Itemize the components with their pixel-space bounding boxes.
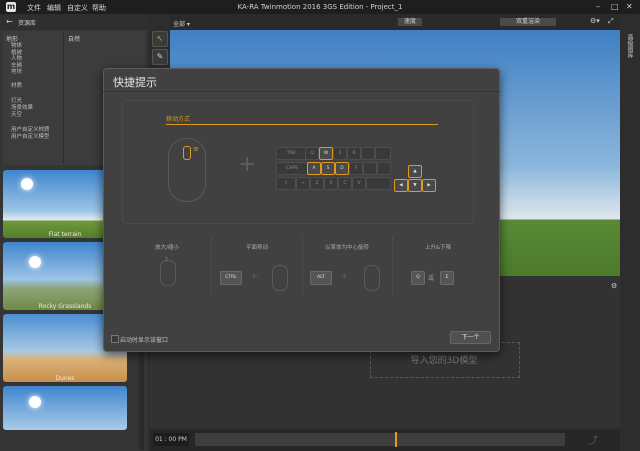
view-dropdown[interactable]: 全部 ▾ — [173, 19, 190, 28]
category-item[interactable]: 材质 — [11, 81, 22, 89]
key-q: Q — [305, 147, 319, 160]
mouse-icon: ≡ — [168, 138, 206, 202]
close-icon[interactable]: ✕ — [626, 2, 633, 11]
dialog-title: 快捷提示 — [113, 76, 157, 89]
mouse-icon — [272, 265, 288, 291]
key-blank — [377, 162, 391, 175]
key-f: F — [349, 162, 363, 175]
category-item[interactable]: 地块 — [11, 67, 22, 75]
right-strip — [620, 14, 640, 451]
next-button[interactable]: 下一个 — [450, 331, 491, 344]
time-display[interactable]: 01 : 00 PM — [153, 433, 189, 446]
library-title: 资源库 — [18, 20, 37, 27]
startup-checkbox[interactable] — [111, 335, 119, 343]
thumbnail-sky[interactable] — [3, 386, 127, 430]
window-title: KA-RA Twinmotion 2016 3GS Edition - Proj… — [237, 3, 403, 11]
key-blank — [375, 147, 391, 160]
panel-settings-icon[interactable]: ⚙ — [611, 282, 617, 290]
or-text: 或 — [428, 275, 435, 282]
key-blank — [363, 162, 377, 175]
dual-render-button[interactable]: 双重渲染 — [500, 18, 556, 26]
key-arrow-up: ▲ — [408, 165, 422, 178]
category-divider — [63, 33, 64, 163]
key-ctrl: CTRL — [220, 271, 242, 285]
key-tab: TAB — [276, 147, 306, 160]
maximize-icon[interactable]: □ — [611, 2, 619, 11]
tip-label-zoom: 放大/缩小 — [155, 245, 179, 251]
key-v: V — [352, 177, 366, 190]
mouse-wheel-icon — [160, 260, 176, 286]
dialog-title-divider — [103, 91, 500, 92]
key-w: W — [319, 147, 333, 160]
mouse-icon — [364, 265, 380, 291]
time-period: PM — [178, 436, 187, 443]
advanced-library-tab[interactable]: 高级图库 — [625, 34, 634, 58]
key-a: A — [307, 162, 321, 175]
startup-checkbox-label: 启动时显示该窗口 — [120, 337, 169, 344]
scroll-arrows-icon: ↕ — [164, 256, 170, 263]
section-underline — [166, 124, 438, 125]
plus-icon: + — [340, 271, 349, 282]
timeline-marker[interactable] — [394, 432, 397, 447]
settings-icon[interactable]: ⚙▾ — [590, 17, 600, 25]
back-arrow-icon[interactable]: ← — [6, 17, 13, 26]
category-header-nature[interactable]: 自然 — [68, 34, 80, 43]
category-item[interactable]: 用户自定义模型 — [11, 132, 50, 140]
select-tool-icon[interactable]: ↖ — [152, 31, 168, 47]
key-alt: ALT — [310, 271, 332, 285]
key-blank — [366, 177, 391, 190]
key-c: C — [338, 177, 352, 190]
timeline-track[interactable] — [195, 433, 565, 446]
key-arrow-right: ▶ — [422, 179, 436, 192]
tip-label-orbit: 以某体为中心旋转 — [324, 245, 369, 251]
key-z: Z — [310, 177, 324, 190]
category-item[interactable]: 天空 — [11, 110, 22, 118]
key-arrow-left: ◀ — [394, 179, 408, 192]
time-value: 01 : 00 — [155, 436, 177, 443]
key-caps: CAPS — [276, 162, 308, 175]
fullscreen-icon[interactable]: ⤢ — [608, 17, 614, 26]
key-blank — [361, 147, 375, 160]
key-s: S — [321, 162, 335, 175]
key-x: X — [324, 177, 338, 190]
plus-icon: + — [250, 271, 259, 282]
section-title: 移动方式 — [166, 116, 191, 123]
tip-label-pan: 平面移动 — [245, 245, 268, 251]
paint-tool-icon[interactable]: ✎ — [152, 49, 168, 65]
sun-icon[interactable]: ⤴ — [588, 432, 598, 447]
key-q: Q — [411, 271, 425, 285]
minimize-icon[interactable]: – — [596, 2, 600, 11]
key-shift: ⇧ — [276, 177, 296, 190]
key-e: E — [333, 147, 347, 160]
key-r: R — [347, 147, 361, 160]
plus-icon: + — [238, 152, 257, 177]
key-lt: < — [296, 177, 310, 190]
key-e: E — [440, 271, 454, 285]
import-hint: 导入您的3D模型 — [410, 356, 478, 366]
key-arrow-down: ▼ — [408, 179, 422, 192]
key-d: D — [335, 162, 349, 175]
view-dropdown-label: 全部 — [173, 21, 186, 28]
speed-button[interactable]: 速度 — [398, 18, 422, 26]
tip-label-updown: 上升&下降 — [424, 245, 452, 251]
thumbnail-label: Dunes — [55, 375, 75, 382]
